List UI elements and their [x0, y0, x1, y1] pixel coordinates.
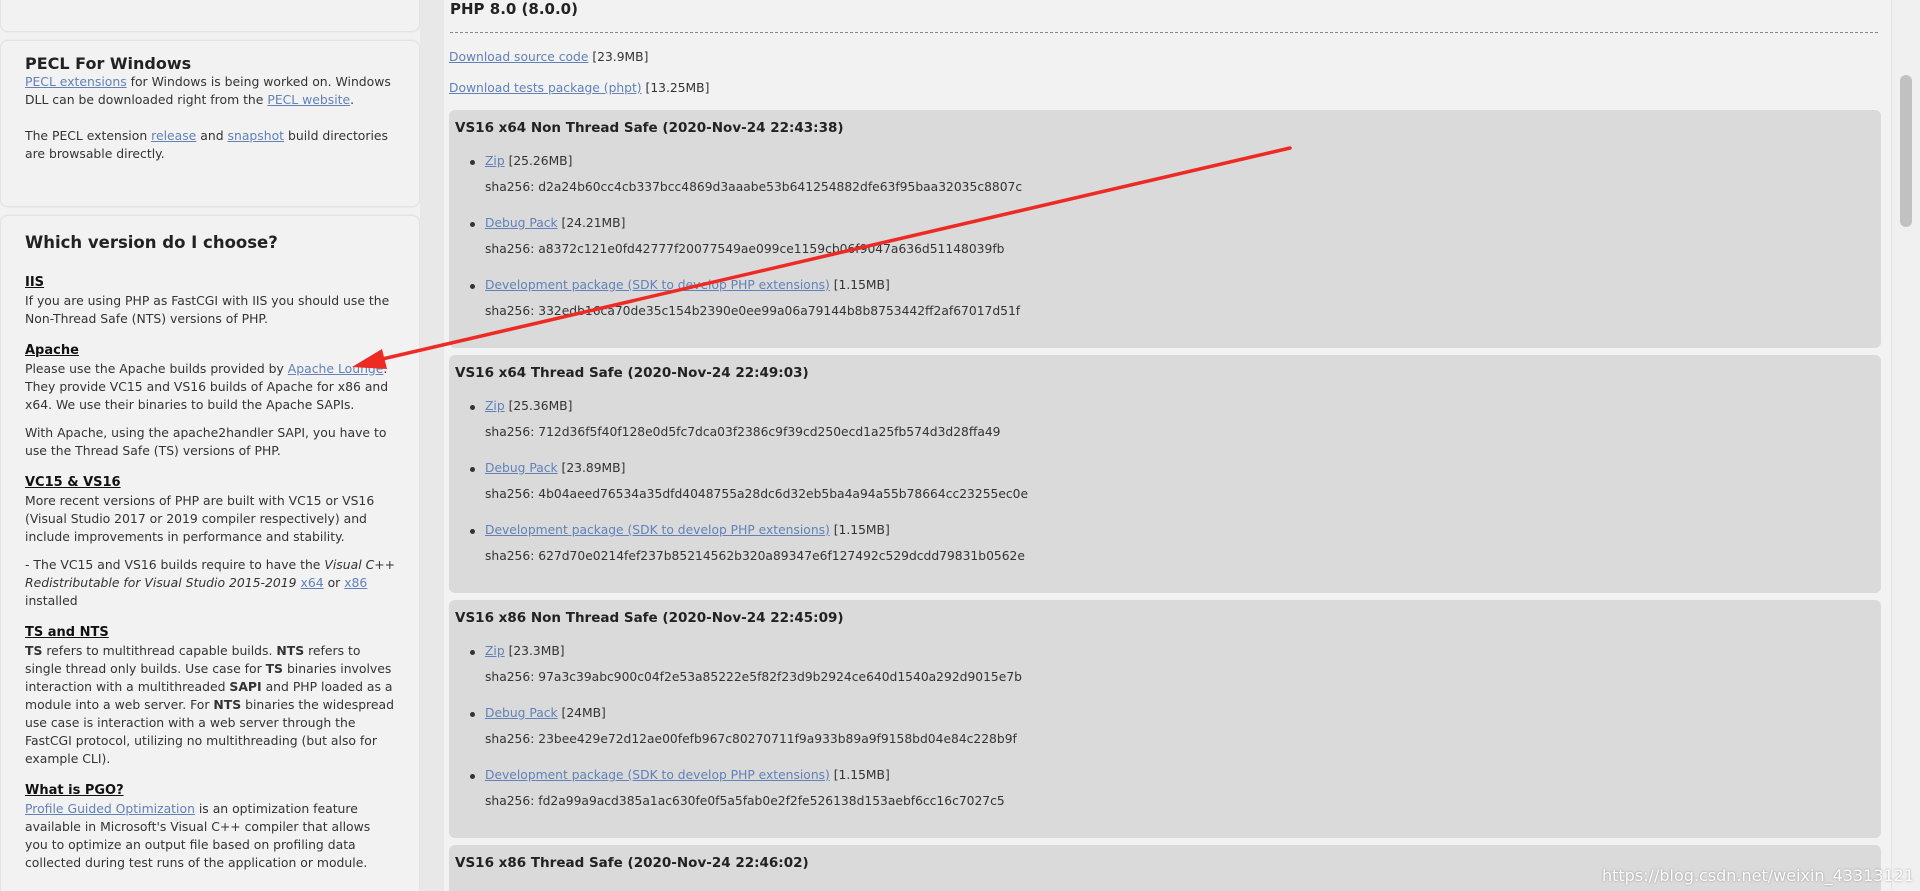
build-file-list: Zip [25.26MB] sha256: d2a24b60cc4cb337bcc…: [449, 154, 1865, 340]
version-choice-panel: Which version do I choose? IIS If you ar…: [0, 215, 420, 891]
apache-lounge-link[interactable]: Apache Lounge: [288, 361, 384, 376]
download-tests-link[interactable]: Download tests package (phpt): [449, 81, 642, 95]
iis-section: IIS If you are using PHP as FastCGI with…: [25, 274, 395, 328]
sidebar-panel-top: [0, 0, 420, 32]
apache-heading: Apache: [25, 343, 79, 358]
pgo-link[interactable]: Profile Guided Optimization: [25, 801, 195, 816]
redist-x64-link[interactable]: x64: [301, 575, 324, 590]
iis-heading: IIS: [25, 275, 45, 290]
download-tests-line: Download tests package (phpt) [13.25MB]: [449, 81, 710, 95]
build-title: VS16 x64 Non Thread Safe (2020-Nov-24 22…: [455, 120, 844, 136]
pecl-release-link[interactable]: release: [151, 128, 196, 143]
sha256-value: sha256: d2a24b60cc4cb337bcc4869d3aaabe53…: [485, 180, 1023, 194]
dev-package-link[interactable]: Development package (SDK to develop PHP …: [485, 523, 830, 537]
pecl-snapshot-link[interactable]: snapshot: [228, 128, 285, 143]
pecl-website-link[interactable]: PECL website: [267, 92, 350, 107]
pecl-paragraph-1: PECL extensions for Windows is being wor…: [25, 74, 391, 107]
pecl-panel: PECL For Windows PECL extensions for Win…: [0, 40, 420, 207]
build-title: VS16 x86 Non Thread Safe (2020-Nov-24 22…: [455, 610, 844, 626]
build-title: VS16 x86 Thread Safe (2020-Nov-24 22:46:…: [455, 855, 809, 871]
build-block: VS16 x64 Non Thread Safe (2020-Nov-24 22…: [449, 110, 1881, 348]
build-block: VS16 x64 Thread Safe (2020-Nov-24 22:49:…: [449, 355, 1881, 593]
ts-nts-section: TS and NTS TS refers to multithread capa…: [25, 624, 395, 768]
sha256-value: sha256: a8372c121e0fd42777f20077549ae099…: [485, 242, 1005, 256]
vc-redist-text: - The VC15 and VS16 builds require to ha…: [25, 557, 395, 608]
redist-x86-link[interactable]: x86: [344, 575, 367, 590]
pecl-paragraph-2: The PECL extension release and snapshot …: [25, 128, 388, 161]
sha256-value: sha256: 23bee429e72d12ae00fefb967c802707…: [485, 732, 1017, 746]
sidebar: PECL For Windows PECL extensions for Win…: [0, 0, 420, 891]
debug-pack-link[interactable]: Debug Pack: [485, 216, 558, 230]
list-item: Development package (SDK to develop PHP …: [470, 523, 1865, 585]
iis-text: If you are using PHP as FastCGI with IIS…: [25, 293, 390, 326]
pgo-text: Profile Guided Optimization is an optimi…: [25, 801, 371, 870]
sha256-value: sha256: 4b04aeed76534a35dfd4048755a28dc6…: [485, 487, 1029, 501]
sha256-value: sha256: 712d36f5f40f128e0d5fc7dca03f2386…: [485, 425, 1001, 439]
list-item: Development package (SDK to develop PHP …: [470, 278, 1865, 340]
dev-package-link[interactable]: Development package (SDK to develop PHP …: [485, 768, 830, 782]
pgo-section: What is PGO? Profile Guided Optimization…: [25, 782, 395, 872]
zip-link[interactable]: Zip: [485, 399, 505, 413]
build-file-list: Zip [25.36MB] sha256: 712d36f5f40f128e0d5…: [449, 399, 1865, 585]
vc-text: More recent versions of PHP are built wi…: [25, 493, 375, 544]
pgo-heading: What is PGO?: [25, 783, 124, 798]
build-file-list: Zip [23.3MB] sha256: 97a3c39abc900c04f2e5…: [449, 644, 1865, 830]
vc-section: VC15 & VS16 More recent versions of PHP …: [25, 474, 395, 610]
ts-nts-text: TS refers to multithread capable builds.…: [25, 643, 394, 766]
apache-text: Please use the Apache builds provided by…: [25, 361, 389, 412]
pecl-title: PECL For Windows: [25, 54, 192, 73]
download-source-link[interactable]: Download source code: [449, 50, 588, 64]
zip-link[interactable]: Zip: [485, 154, 505, 168]
debug-pack-link[interactable]: Debug Pack: [485, 461, 558, 475]
apache-section: Apache Please use the Apache builds prov…: [25, 342, 395, 460]
scrollbar-thumb[interactable]: [1900, 75, 1912, 227]
sha256-value: sha256: 332edb16ca70de35c154b2390e0ee99a…: [485, 304, 1021, 318]
sha256-value: sha256: 97a3c39abc900c04f2e53a85222e5f82…: [485, 670, 1022, 684]
vc-heading: VC15 & VS16: [25, 475, 121, 490]
build-block: VS16 x86 Non Thread Safe (2020-Nov-24 22…: [449, 600, 1881, 838]
build-title: VS16 x64 Thread Safe (2020-Nov-24 22:49:…: [455, 365, 809, 381]
apache-ts-text: With Apache, using the apache2handler SA…: [25, 425, 387, 458]
list-item: Debug Pack [23.89MB] sha256: 4b04aeed7653…: [470, 461, 1865, 523]
download-source-line: Download source code [23.9MB]: [449, 50, 649, 64]
dev-package-link[interactable]: Development package (SDK to develop PHP …: [485, 278, 830, 292]
version-choice-title: Which version do I choose?: [25, 233, 278, 252]
sha256-value: sha256: fd2a99a9acd385a1ac630fe0f5a5fab0…: [485, 794, 1005, 808]
list-item: Zip [25.26MB] sha256: d2a24b60cc4cb337bcc…: [470, 154, 1865, 216]
page-scrollbar[interactable]: [1891, 0, 1920, 891]
column-gutter: [420, 0, 444, 891]
list-item: Debug Pack [24MB] sha256: 23bee429e72d12a…: [470, 706, 1865, 768]
pecl-extensions-link[interactable]: PECL extensions: [25, 74, 127, 89]
watermark-text: https://blog.csdn.net/weixin_43313121: [1601, 866, 1914, 885]
zip-link[interactable]: Zip: [485, 644, 505, 658]
sha256-value: sha256: 627d70e0214fef237b85214562b320a8…: [485, 549, 1025, 563]
list-item: Zip [25.36MB] sha256: 712d36f5f40f128e0d5…: [470, 399, 1865, 461]
release-title: PHP 8.0 (8.0.0): [450, 0, 1878, 33]
debug-pack-link[interactable]: Debug Pack: [485, 706, 558, 720]
ts-nts-heading: TS and NTS: [25, 625, 109, 640]
list-item: Zip [23.3MB] sha256: 97a3c39abc900c04f2e5…: [470, 644, 1865, 706]
main-content: PHP 8.0 (8.0.0) Download source code [23…: [444, 0, 1892, 891]
list-item: Development package (SDK to develop PHP …: [470, 768, 1865, 830]
list-item: Debug Pack [24.21MB] sha256: a8372c121e0f…: [470, 216, 1865, 278]
